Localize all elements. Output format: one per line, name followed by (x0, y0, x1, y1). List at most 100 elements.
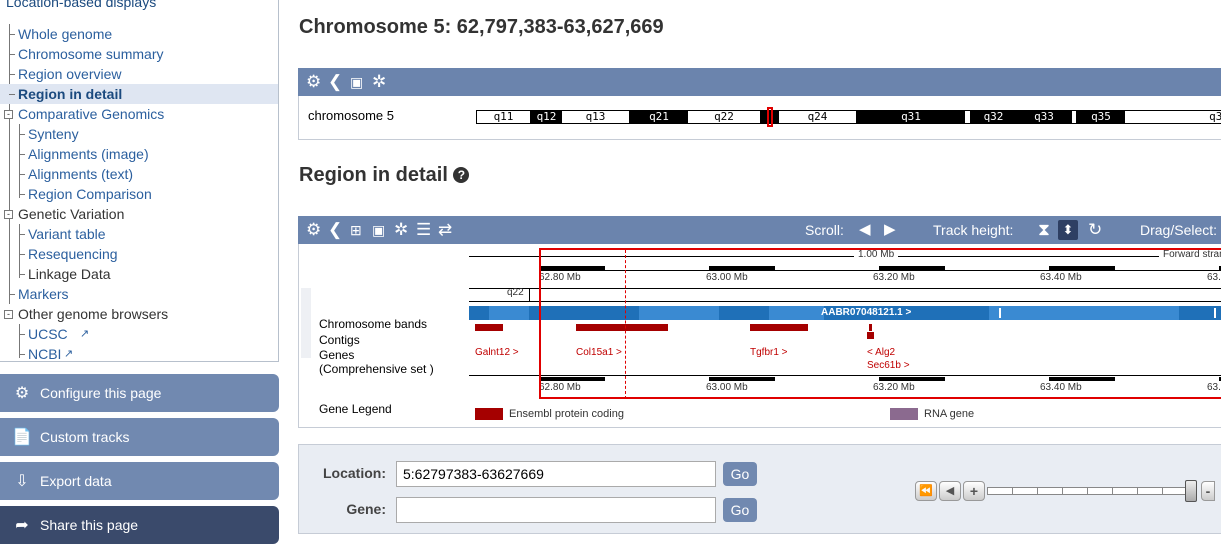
gear-icon: ⚙ (14, 385, 30, 402)
chromosome-toolbar: ⚙ ❮ ▣ ✲ (298, 68, 1221, 96)
band-label: q22 (507, 287, 524, 298)
chromosome-ideogram[interactable]: q11 q12 q13 q21 q22 q24 q31 q32 q33 q35 … (476, 107, 1221, 127)
resize-icon[interactable]: ⊞ (350, 221, 362, 239)
band-q32[interactable]: q32 (971, 111, 1016, 123)
legend-label: Ensembl protein coding (509, 408, 624, 420)
track-label-chromosome-bands: Chromosome bands (319, 317, 428, 331)
track-label-gene-legend: Gene Legend (319, 402, 392, 416)
sidebar-item-alignments-text[interactable]: Alignments (text) (0, 164, 278, 184)
sidebar-item-synteny[interactable]: Synteny (0, 124, 278, 144)
gene-label: Gene: (346, 501, 386, 517)
zoom-out-icon[interactable]: - (1201, 481, 1215, 501)
scroll-left-icon[interactable]: ◀ (859, 221, 871, 239)
step-left-icon[interactable]: ◀ (939, 481, 961, 501)
gene-label[interactable]: Galnt12 > (475, 347, 519, 358)
zoom-slider[interactable] (987, 487, 1191, 495)
track-label-genes: Genes (319, 348, 355, 362)
settings-tracks-icon[interactable]: ✲ (394, 221, 408, 239)
external-link-icon: ↗ (80, 328, 90, 340)
export-icon: ⇩ (15, 473, 29, 490)
sidebar-group-other-browsers[interactable]: - Other genome browsers (0, 304, 278, 324)
sidebar-item-ucsc[interactable]: UCSC ↗ (0, 324, 278, 344)
share-icon: ➦ (15, 517, 29, 534)
legend-swatch-rna-gene (890, 408, 918, 420)
sidebar-item-region-comparison[interactable]: Region Comparison (0, 184, 278, 204)
custom-tracks-button[interactable]: 📄 Custom tracks (0, 418, 279, 456)
band-q36[interactable]: q36 (1125, 111, 1221, 123)
band-q33[interactable]: q33 (1016, 111, 1072, 123)
collapse-icon[interactable]: - (4, 110, 13, 119)
reset-tracks-icon[interactable]: ☰ (416, 221, 431, 239)
upload-file-icon: 📄 (12, 429, 32, 446)
band-q21[interactable]: q21 (630, 111, 688, 123)
band-q31[interactable]: q31 (857, 111, 965, 123)
location-input[interactable] (396, 461, 716, 487)
page-title: Chromosome 5: 62,797,383-63,627,669 (299, 16, 664, 38)
chromosome-label: chromosome 5 (308, 108, 394, 123)
share-icon[interactable]: ❮ (328, 73, 342, 91)
region-detail-panel: Chromosome bands Contigs Genes (Comprehe… (298, 244, 1221, 428)
collapse-icon[interactable]: - (4, 210, 13, 219)
track-handle[interactable] (301, 288, 311, 358)
track-image[interactable]: 1.00 Mb Forward strand 62.80 Mb 63.00 Mb… (469, 244, 1221, 428)
scroll-label: Scroll: (805, 222, 844, 238)
location-label: Location: (323, 465, 386, 481)
sidebar-group-comparative-genomics[interactable]: - Comparative Genomics (0, 104, 278, 124)
sidebar-item-ncbi[interactable]: NCBI ↗ (0, 344, 278, 361)
sidebar-item-region-in-detail[interactable]: Region in detail (0, 84, 278, 104)
band-q12[interactable]: q12 (531, 111, 562, 123)
section-title: Region in detail ? (299, 164, 470, 187)
image-export-icon[interactable]: ▣ (350, 73, 363, 91)
share-icon[interactable]: ❮ (328, 221, 342, 239)
help-icon[interactable]: ? (453, 167, 470, 183)
track-label-contigs: Contigs (319, 333, 360, 347)
gear-icon[interactable]: ⚙ (306, 221, 321, 239)
jump-left-icon[interactable]: ⏪ (915, 481, 937, 501)
legend-swatch-protein-coding (475, 408, 503, 420)
toggle-height-icon[interactable]: ⬍ (1058, 220, 1078, 240)
band-q13[interactable]: q13 (562, 111, 630, 123)
sidebar-item-region-overview[interactable]: Region overview (0, 64, 278, 84)
refresh-icon[interactable]: ↻ (1088, 221, 1102, 239)
sidebar-item-chromosome-summary[interactable]: Chromosome summary (0, 44, 278, 64)
main-content: Chromosome 5: 62,797,383-63,627,669 ⚙ ❮ … (282, 0, 1221, 534)
sidebar-item-markers[interactable]: Markers (0, 284, 278, 304)
band-q22[interactable]: q22 (688, 111, 761, 123)
sidebar-item-resequencing[interactable]: Resequencing (0, 244, 278, 264)
zoom-in-icon[interactable]: + (963, 481, 985, 501)
drag-select-label: Drag/Select: (1140, 222, 1218, 238)
section-heading: Location-based displays (6, 0, 157, 10)
band-q24[interactable]: q24 (779, 111, 857, 123)
sidebar: Location-based displays Whole genome Chr… (0, 0, 279, 544)
viewport-highlight[interactable] (539, 248, 1221, 399)
legend-label: RNA gene (924, 408, 975, 420)
sidebar-item-variant-table[interactable]: Variant table (0, 224, 278, 244)
settings-tracks-icon[interactable]: ✲ (372, 73, 386, 91)
scroll-right-icon[interactable]: ▶ (884, 221, 896, 239)
track-height-label: Track height: (933, 222, 1014, 238)
gene-input[interactable] (396, 497, 716, 523)
zoom-slider-handle[interactable] (1185, 480, 1197, 502)
sidebar-item-linkage-data: Linkage Data (0, 264, 278, 284)
chromosome-panel: chromosome 5 q11 q12 q13 q21 q22 q24 q31… (298, 96, 1221, 140)
external-link-icon: ↗ (64, 348, 74, 360)
sidebar-item-alignments-image[interactable]: Alignments (image) (0, 144, 278, 164)
collapse-icon[interactable]: - (4, 310, 13, 319)
gene-galnt12[interactable] (475, 324, 503, 331)
sidebar-group-genetic-variation[interactable]: - Genetic Variation (0, 204, 278, 224)
flip-strand-icon[interactable]: ⇄ (438, 221, 452, 239)
configure-page-button[interactable]: ⚙ Configure this page (0, 374, 279, 412)
sidebar-item-whole-genome[interactable]: Whole genome (0, 24, 278, 44)
location-go-button[interactable]: Go (723, 462, 757, 486)
image-export-icon[interactable]: ▣ (372, 221, 385, 239)
expand-height-icon[interactable]: ⧗ (1038, 221, 1050, 239)
export-data-button[interactable]: ⇩ Export data (0, 462, 279, 500)
navigation-panel: Location: Go Gene: Go ⏪ ◀ + - (298, 444, 1221, 534)
band-q11[interactable]: q11 (477, 111, 531, 123)
gene-go-button[interactable]: Go (723, 498, 757, 522)
share-page-button[interactable]: ➦ Share this page (0, 506, 279, 544)
band-q35[interactable]: q35 (1077, 111, 1125, 123)
gear-icon[interactable]: ⚙ (306, 73, 321, 91)
track-label-genes-set: (Comprehensive set ) (319, 362, 434, 376)
region-marker[interactable] (767, 107, 773, 127)
